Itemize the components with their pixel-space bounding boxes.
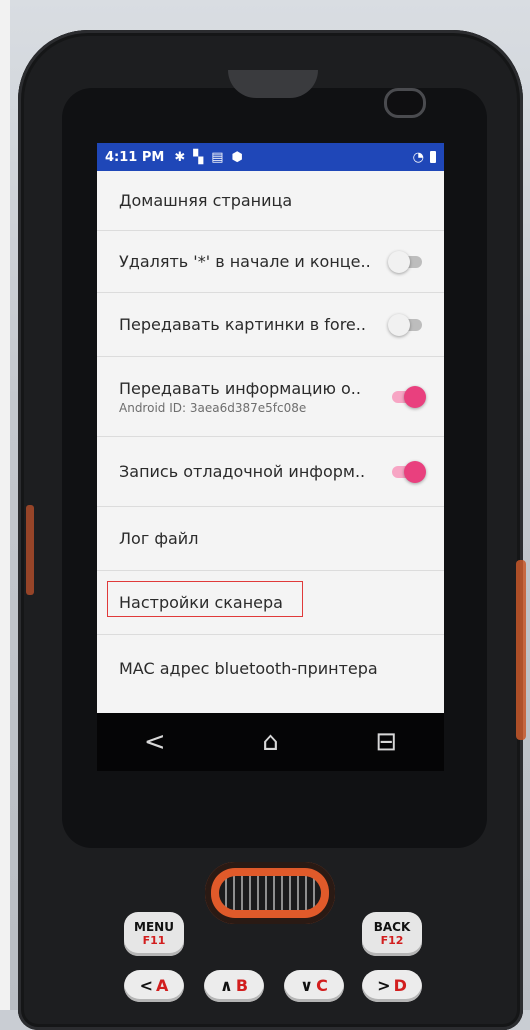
status-bar: 4:11 PM ✱ ▚ ▤ ⬢ ◔: [97, 143, 444, 171]
setting-label: Запись отладочной информ..: [119, 462, 366, 481]
setting-bt-printer-mac[interactable]: MAC адрес bluetooth-принтера: [97, 635, 444, 701]
scan-trigger-button[interactable]: [205, 862, 335, 924]
key-a-letter: A: [156, 976, 169, 995]
screen: 4:11 PM ✱ ▚ ▤ ⬢ ◔ Домашняя страница Удал…: [97, 143, 444, 713]
home-icon[interactable]: ⌂: [250, 727, 290, 757]
navigation-bar: < ⌂ ⊟: [97, 713, 444, 771]
setting-send-info[interactable]: Передавать информацию о.. Android ID: 3a…: [97, 357, 444, 437]
setting-debug-log[interactable]: Запись отладочной информ..: [97, 437, 444, 507]
key-c-letter: C: [316, 976, 328, 995]
back-nav-icon[interactable]: <: [135, 727, 175, 757]
gear-icon: ✱: [174, 149, 186, 165]
toggle-switch-on[interactable]: [388, 460, 426, 484]
toggle-switch-on[interactable]: [388, 385, 426, 409]
toggle-switch-off[interactable]: [388, 313, 426, 337]
setting-scanner[interactable]: Настройки сканера: [97, 571, 444, 635]
setting-send-pictures[interactable]: Передавать картинки в fore..: [97, 293, 444, 357]
setting-label: Домашняя страница: [119, 191, 293, 210]
shield-icon: ⬢: [231, 149, 243, 165]
setting-label: Удалять '*' в начале и конце..: [119, 252, 371, 271]
grid-icon: ▚: [193, 149, 204, 165]
highlight-box: [107, 581, 303, 617]
key-d-arrow: >: [377, 976, 391, 995]
key-a[interactable]: < A: [124, 970, 184, 1002]
menu-key-label: MENU: [134, 920, 174, 934]
scan-trigger-grip: [219, 876, 321, 910]
key-d-letter: D: [393, 976, 407, 995]
back-key-label: BACK: [373, 920, 411, 934]
key-a-arrow: <: [139, 976, 153, 995]
side-button-left[interactable]: [26, 505, 34, 595]
setting-sublabel: Android ID: 3aea6d387e5fc08e: [119, 400, 307, 415]
camera-icon: [384, 88, 426, 118]
key-c[interactable]: ∨ C: [284, 970, 344, 1002]
setting-home-page[interactable]: Домашняя страница: [97, 171, 444, 231]
key-b-arrow: ∧: [219, 976, 233, 995]
side-button-right[interactable]: [516, 560, 526, 740]
photo-edge: [0, 0, 10, 1010]
menu-key[interactable]: MENU F11: [124, 912, 184, 956]
setting-label: MAC адрес bluetooth-принтера: [119, 658, 378, 678]
setting-label: Передавать информацию о..: [119, 378, 361, 398]
barcode-icon: ▤: [211, 149, 224, 165]
key-c-arrow: ∨: [300, 976, 314, 995]
key-b-letter: B: [235, 976, 249, 995]
setting-log-file[interactable]: Лог файл: [97, 507, 444, 571]
back-key-sub: F12: [380, 934, 404, 947]
setting-strip-asterisk[interactable]: Удалять '*' в начале и конце..: [97, 231, 444, 293]
key-d[interactable]: > D: [362, 970, 422, 1002]
key-b[interactable]: ∧ B: [204, 970, 264, 1002]
menu-key-sub: F11: [142, 934, 166, 947]
wifi-icon: ◔: [412, 149, 424, 165]
back-key[interactable]: BACK F12: [362, 912, 422, 956]
earpiece: [228, 70, 318, 98]
recent-apps-icon[interactable]: ⊟: [366, 727, 406, 757]
setting-label: Передавать картинки в fore..: [119, 315, 366, 334]
setting-label: Лог файл: [119, 529, 199, 548]
status-time: 4:11 PM: [105, 149, 165, 165]
toggle-switch-off[interactable]: [388, 250, 426, 274]
battery-icon: [430, 151, 436, 163]
